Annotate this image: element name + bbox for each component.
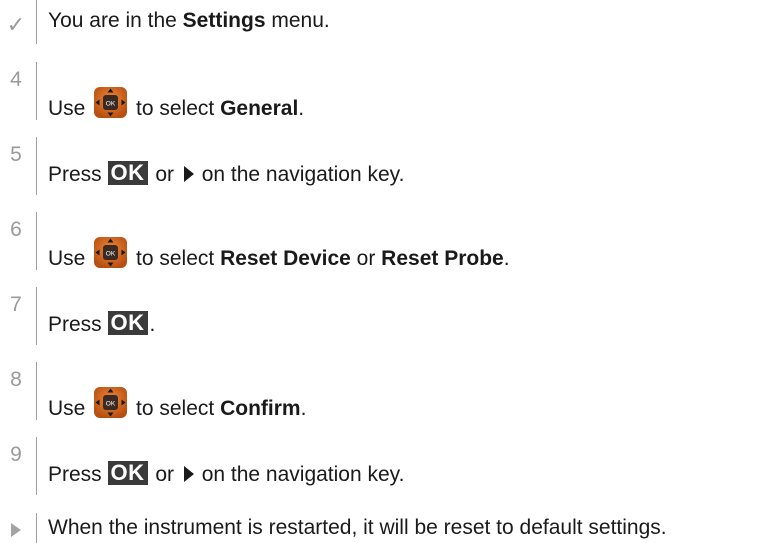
step-mid: to select <box>130 97 221 120</box>
step-pre: Press <box>48 463 108 486</box>
ok-key-icon: OK <box>107 161 148 185</box>
result-text: When the instrument is restarted, it wil… <box>48 516 667 539</box>
step-text: Use OK to select Confirm. <box>48 386 306 422</box>
check-icon: ✓ <box>6 12 26 37</box>
step-join: or <box>350 247 382 270</box>
step-post: . <box>300 397 307 420</box>
step-or: or <box>149 163 180 186</box>
navkey-label: OK <box>106 401 116 408</box>
step-number: 8 <box>10 368 22 391</box>
step-number: 5 <box>10 143 22 166</box>
step-post: . <box>298 97 305 120</box>
result-arrow-icon <box>0 519 32 543</box>
step-pre: Use <box>48 247 92 270</box>
ok-key-icon: OK <box>107 311 148 335</box>
row-divider <box>36 212 37 270</box>
step-pre: Use <box>48 97 92 120</box>
step-text: Use OK to select Reset Device or Reset P… <box>48 236 510 272</box>
step-number: 9 <box>10 443 22 466</box>
step-mid: to select <box>130 247 221 270</box>
step-post: . <box>149 313 156 336</box>
step-number: 7 <box>10 293 22 316</box>
step-bold: Confirm <box>220 397 301 420</box>
prereq-text-before: You are in the <box>48 9 183 32</box>
row-divider <box>36 0 37 44</box>
step-pre: Press <box>48 313 108 336</box>
navigation-key-icon: OK <box>94 237 128 268</box>
step-text: Press OK. <box>48 311 155 338</box>
navkey-label: OK <box>106 101 116 108</box>
step-pre: Press <box>48 163 108 186</box>
prereq-bold: Settings <box>182 9 266 32</box>
prerequisite-text: You are in the Settings menu. <box>48 8 330 34</box>
step-bold: Reset Device <box>220 247 351 270</box>
ok-key-icon: OK <box>107 461 148 485</box>
step-pre: Use <box>48 397 92 420</box>
step-bold2: Reset Probe <box>381 247 504 270</box>
step-post: . <box>503 247 510 270</box>
step-mid: to select <box>130 397 221 420</box>
navkey-label: OK <box>106 251 116 258</box>
step-number: 6 <box>10 218 22 241</box>
right-arrow-icon <box>183 166 194 182</box>
step-post: on the navigation key. <box>195 163 405 186</box>
step-text: Press OK or on the navigation key. <box>48 461 404 488</box>
step-post: on the navigation key. <box>195 463 405 486</box>
step-text: Use OK to select General. <box>48 86 304 122</box>
row-divider <box>36 437 37 495</box>
step-or: or <box>149 463 180 486</box>
row-divider <box>36 62 37 120</box>
row-divider <box>36 287 37 345</box>
step-text: Press OK or on the navigation key. <box>48 161 404 188</box>
step-bold: General <box>220 97 299 120</box>
row-divider <box>36 137 37 195</box>
row-divider <box>36 513 37 543</box>
navigation-key-icon: OK <box>94 87 128 118</box>
prereq-text-after: menu. <box>265 9 330 32</box>
row-divider <box>36 362 37 420</box>
navigation-key-icon: OK <box>94 387 128 418</box>
step-number: 4 <box>10 68 22 91</box>
right-arrow-icon <box>183 466 194 482</box>
